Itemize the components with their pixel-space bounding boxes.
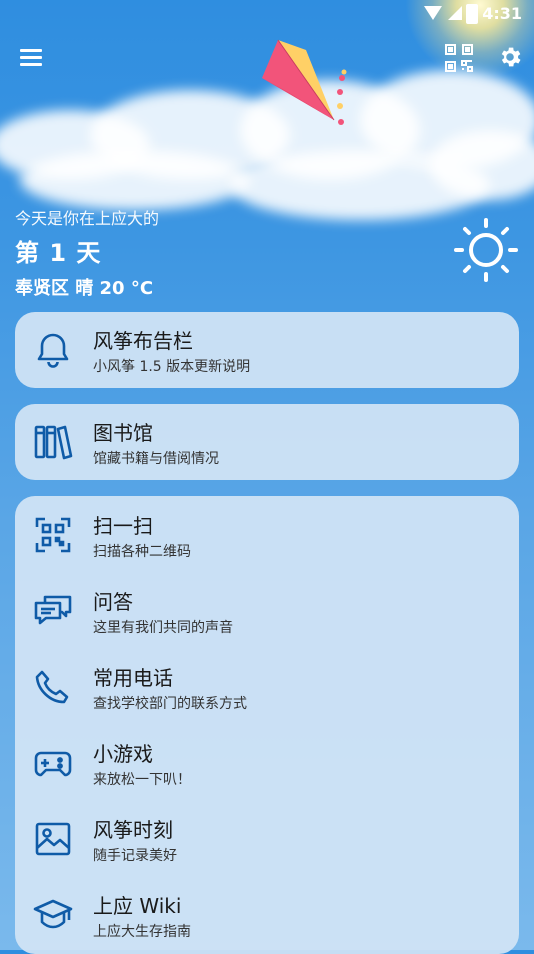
- qr-code-icon[interactable]: [443, 42, 475, 74]
- list-item-title: 问答: [93, 590, 133, 614]
- image-icon: [35, 822, 71, 856]
- day-count: 第 1 天: [15, 239, 102, 267]
- list-item-title: 常用电话: [93, 666, 173, 690]
- wifi-icon: [424, 6, 442, 20]
- weather-text: 奉贤区 晴 20 °C: [15, 278, 154, 299]
- cloud: [20, 150, 250, 210]
- kite-logo-icon: [262, 39, 347, 125]
- weather-sun-icon: [454, 218, 518, 282]
- qr-scan-icon: [35, 517, 71, 553]
- notice-subtitle: 小风筝 1.5 版本更新说明: [93, 359, 251, 375]
- library-row[interactable]: 图书馆 馆藏书籍与借阅情况: [15, 404, 519, 480]
- library-card[interactable]: 图书馆 馆藏书籍与借阅情况: [15, 404, 519, 480]
- chat-bubbles-icon: [34, 595, 72, 625]
- library-subtitle: 馆藏书籍与借阅情况: [93, 451, 219, 467]
- notice-card[interactable]: 风筝布告栏 小风筝 1.5 版本更新说明: [15, 312, 519, 388]
- signal-icon: [448, 6, 462, 20]
- list-item-title: 上应 Wiki: [93, 894, 182, 918]
- notice-title: 风筝布告栏: [93, 329, 193, 353]
- gear-icon[interactable]: [497, 44, 523, 70]
- feature-list-card: 扫一扫 扫描各种二维码 问答 这里有我们共同的声音 常用电话 查找学校部门的联系…: [15, 496, 519, 954]
- list-item-title: 扫一扫: [93, 514, 153, 538]
- list-item-title: 小游戏: [93, 742, 153, 766]
- library-title: 图书馆: [93, 421, 153, 445]
- list-item-games[interactable]: 小游戏 来放松一下叭！: [15, 725, 519, 801]
- gamepad-icon: [34, 751, 72, 777]
- list-item-qa[interactable]: 问答 这里有我们共同的声音: [15, 573, 519, 649]
- list-item-subtitle: 扫描各种二维码: [93, 544, 191, 560]
- bell-icon: [37, 333, 69, 368]
- list-item-scan[interactable]: 扫一扫 扫描各种二维码: [15, 497, 519, 573]
- phone-icon: [35, 670, 69, 704]
- status-time: 4:31: [482, 4, 522, 23]
- list-item-subtitle: 这里有我们共同的声音: [93, 620, 233, 636]
- list-item-phone[interactable]: 常用电话 查找学校部门的联系方式: [15, 649, 519, 725]
- battery-icon: [466, 4, 478, 24]
- list-item-moments[interactable]: 风筝时刻 随手记录美好: [15, 801, 519, 877]
- greeting-text: 今天是你在上应大的: [15, 209, 160, 228]
- list-item-wiki[interactable]: 上应 Wiki 上应大生存指南: [15, 877, 519, 953]
- graduation-cap-icon: [33, 899, 73, 929]
- list-item-subtitle: 查找学校部门的联系方式: [93, 696, 247, 712]
- list-item-subtitle: 随手记录美好: [93, 848, 177, 864]
- list-item-title: 风筝时刻: [93, 818, 173, 842]
- status-bar: 4:31: [0, 0, 534, 28]
- menu-icon[interactable]: [20, 49, 42, 67]
- notice-row[interactable]: 风筝布告栏 小风筝 1.5 版本更新说明: [15, 312, 519, 388]
- books-icon: [34, 425, 73, 460]
- list-item-subtitle: 上应大生存指南: [93, 924, 191, 940]
- list-item-subtitle: 来放松一下叭！: [93, 772, 191, 788]
- greeting-block: 今天是你在上应大的 第 1 天 奉贤区 晴 20 °C: [15, 205, 159, 300]
